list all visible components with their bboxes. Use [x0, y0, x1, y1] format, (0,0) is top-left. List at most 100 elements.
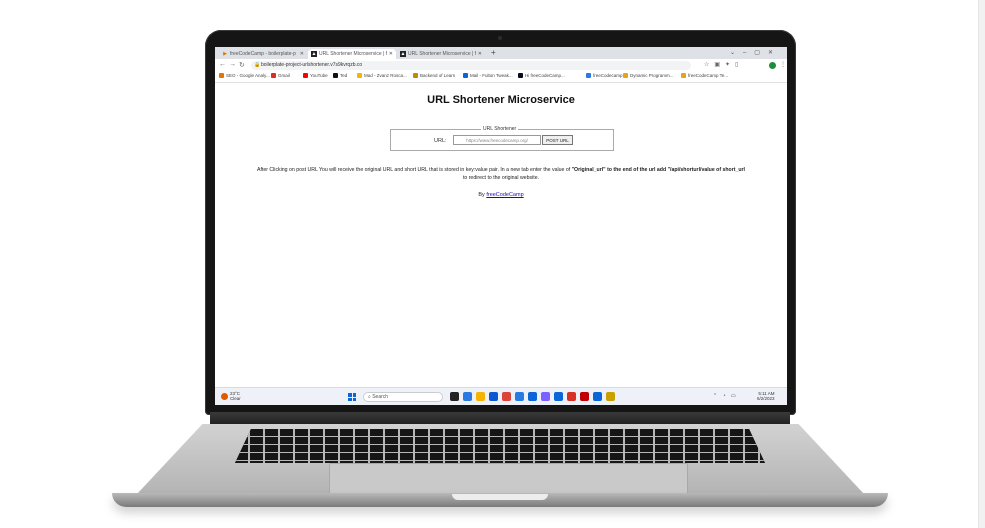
- close-icon[interactable]: ✕: [300, 51, 304, 57]
- post-url-button[interactable]: POST URL: [542, 135, 573, 145]
- taskbar-app-icon[interactable]: [593, 392, 602, 401]
- bookmark-favicon-icon: [271, 73, 276, 78]
- by-label: By: [478, 192, 485, 198]
- bookmark-item[interactable]: Gmail: [271, 73, 290, 78]
- page-edge: [978, 0, 985, 528]
- bookmark-favicon-icon: [586, 73, 591, 78]
- page-title: URL Shortener Microservice: [427, 94, 575, 106]
- bookmark-favicon-icon: [681, 73, 686, 78]
- bookmark-favicon-icon: [219, 73, 224, 78]
- bookmark-favicon-icon: [623, 73, 628, 78]
- bookmark-item[interactable]: Hi freeCodeCamp...: [518, 73, 565, 78]
- bookmark-label: Gmail: [278, 73, 290, 78]
- weather-icon: [221, 392, 228, 400]
- new-tab-button[interactable]: +: [491, 48, 496, 57]
- bookmark-favicon-icon: [333, 73, 338, 78]
- bookmark-label: Dynamic Programm...: [630, 73, 674, 78]
- window-controls[interactable]: ⌄–▢✕: [730, 49, 781, 56]
- bookmark-favicon-icon: [357, 73, 362, 78]
- byline: By freeCodeCamp: [215, 192, 787, 198]
- bookmarks-bar: SEO - Google Analy... Gmail YouTube Ted Mad …: [215, 71, 787, 83]
- laptop-notch: [452, 494, 548, 500]
- weather-desc: Clear: [230, 396, 241, 401]
- fcc-icon: ▲: [400, 51, 406, 57]
- avatar[interactable]: [769, 62, 776, 69]
- bookmark-item[interactable]: Mad - Zvanz Rosca...: [357, 73, 407, 78]
- extension-icons[interactable]: ☆▣✦▯: [704, 61, 743, 68]
- bookmark-favicon-icon: [413, 73, 418, 78]
- bookmark-favicon-icon: [303, 73, 308, 78]
- freecodecamp-link[interactable]: freeCodeCamp: [486, 192, 523, 198]
- bookmark-item[interactable]: Mail - Fulton Tweak...: [463, 73, 513, 78]
- tab-1[interactable]: ▶ freeCodeCamp - boilerplate-p ✕: [219, 49, 307, 59]
- bookmark-label: Backend of Learn: [420, 73, 456, 78]
- clock[interactable]: 5:11 AM 6/2/2023: [757, 391, 775, 401]
- url-input[interactable]: https://www.freecodecamp.org/: [453, 135, 541, 145]
- desc-text: After Clicking on post URL You will rece…: [257, 167, 572, 173]
- desc-text-end: to redirect to the original website.: [462, 175, 540, 181]
- taskbar-app-icon[interactable]: [580, 392, 589, 401]
- menu-icon[interactable]: ⋮: [780, 61, 786, 68]
- tab-title: URL Shortener Microservice | fre: [408, 51, 476, 57]
- taskbar: 23°C Clear ⌕ Search ⌃ ◔ ▭ 5:11 AM 6/2/20…: [215, 387, 787, 405]
- bookmark-item[interactable]: freeCodeCamp Te...: [681, 73, 728, 78]
- bookmark-label: Mail - Fulton Tweak...: [470, 73, 513, 78]
- laptop-hinge: [210, 412, 790, 426]
- system-tray[interactable]: ⌃ ◔ ▭: [713, 393, 738, 399]
- tab-2[interactable]: ▲ URL Shortener Microservice | fre ✕: [308, 49, 396, 59]
- webcam: [498, 36, 502, 40]
- forward-icon[interactable]: →: [229, 61, 236, 68]
- back-icon[interactable]: ←: [219, 61, 226, 68]
- taskbar-app-icon[interactable]: [528, 392, 537, 401]
- laptop-screen: ▶ freeCodeCamp - boilerplate-p ✕ ▲ URL S…: [215, 47, 787, 405]
- bookmark-item[interactable]: freeCodecamp: [586, 73, 623, 78]
- tab-3[interactable]: ▲ URL Shortener Microservice | fre ✕: [397, 49, 485, 59]
- taskbar-search[interactable]: ⌕ Search: [363, 392, 443, 402]
- taskbar-app-icon[interactable]: [476, 392, 485, 401]
- taskbar-app-icon[interactable]: [554, 392, 563, 401]
- url-label: URL:: [434, 138, 447, 144]
- bookmark-label: freeCodecamp: [593, 73, 623, 78]
- bookmark-label: freeCodeCamp Te...: [688, 73, 729, 78]
- fcc-icon: ▲: [311, 51, 317, 57]
- bookmark-label: Ted: [340, 73, 348, 78]
- description: After Clicking on post URL You will rece…: [217, 166, 785, 182]
- taskbar-app-icon[interactable]: [567, 392, 576, 401]
- bookmark-label: YouTube: [310, 73, 328, 78]
- bookmark-favicon-icon: [463, 73, 468, 78]
- close-icon[interactable]: ✕: [478, 51, 482, 57]
- bookmark-item[interactable]: Ted: [333, 73, 347, 78]
- taskbar-app-icon[interactable]: [606, 392, 615, 401]
- weather-widget[interactable]: 23°C Clear: [221, 391, 241, 401]
- taskbar-app-icon[interactable]: [502, 392, 511, 401]
- start-button[interactable]: [348, 393, 356, 401]
- tab-title: freeCodeCamp - boilerplate-p: [230, 51, 296, 57]
- taskbar-app-icon[interactable]: [541, 392, 550, 401]
- bookmark-favicon-icon: [518, 73, 523, 78]
- close-icon[interactable]: ✕: [389, 51, 393, 57]
- tab-bar: ▶ freeCodeCamp - boilerplate-p ✕ ▲ URL S…: [215, 47, 787, 59]
- bookmark-item[interactable]: Backend of Learn: [413, 73, 455, 78]
- address-bar[interactable]: 🔒 boilerplate-project-urlshortener.v7s9k…: [251, 61, 691, 70]
- desc-bold: "Original_url" to the end of the url add…: [571, 167, 745, 173]
- search-label: Search: [372, 394, 389, 400]
- bookmark-label: SEO - Google Analy...: [226, 73, 270, 78]
- taskbar-app-icon[interactable]: [463, 392, 472, 401]
- trackpad: [329, 463, 688, 495]
- pinned-apps: [450, 392, 615, 401]
- bookmark-item[interactable]: SEO - Google Analy...: [219, 73, 270, 78]
- bookmark-label: Mad - Zvanz Rosca...: [364, 73, 407, 78]
- reload-icon[interactable]: ↻: [239, 61, 245, 69]
- bookmark-item[interactable]: YouTube: [303, 73, 328, 78]
- taskbar-app-icon[interactable]: [489, 392, 498, 401]
- taskbar-app-icon[interactable]: [515, 392, 524, 401]
- tab-title: URL Shortener Microservice | fre: [319, 51, 387, 57]
- bookmark-item[interactable]: Dynamic Programm...: [623, 73, 674, 78]
- play-icon: ▶: [223, 51, 227, 57]
- form-legend: URL Shortener: [481, 126, 519, 132]
- bookmark-label: Hi freeCodeCamp...: [525, 73, 565, 78]
- keyboard-rows: [235, 429, 765, 463]
- taskbar-app-icon[interactable]: [450, 392, 459, 401]
- url-form: URL Shortener URL: https://www.freecodec…: [390, 126, 614, 151]
- lock-icon: 🔒: [254, 62, 261, 68]
